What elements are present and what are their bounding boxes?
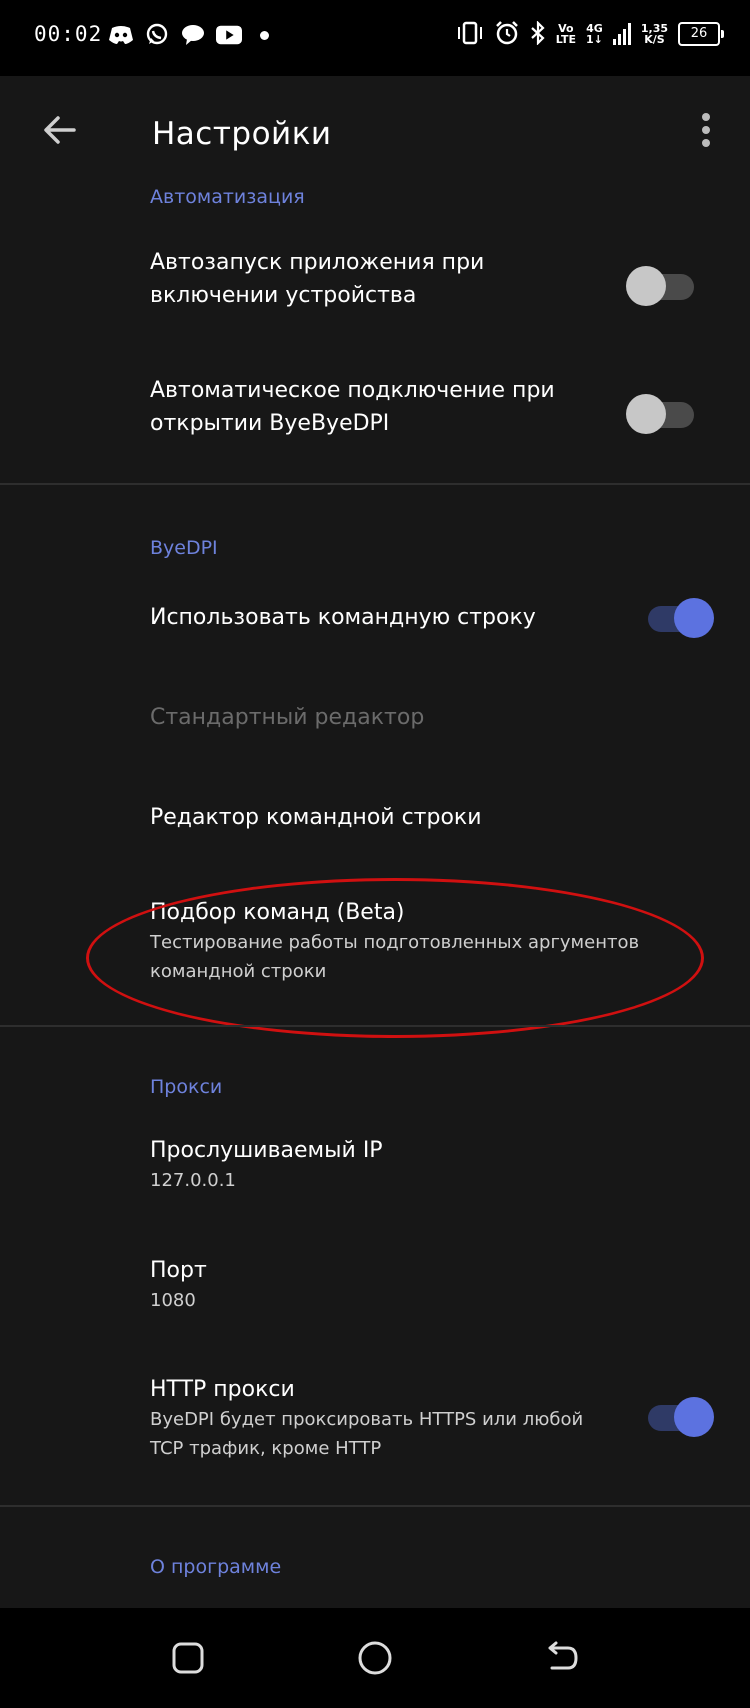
status-time: 00:02 — [34, 22, 103, 46]
signal-icon — [612, 23, 631, 45]
autostart-switch[interactable] — [626, 264, 694, 306]
use-command-line-switch[interactable] — [642, 596, 714, 638]
toolbar: Настройки — [0, 76, 750, 186]
settings-screen: Настройки Автоматизация Автозапуск прило… — [0, 76, 750, 1608]
pref-standard-editor-title: Стандартный редактор — [150, 705, 425, 730]
back-nav-button[interactable] — [542, 1638, 582, 1678]
pref-command-picker-title: Подбор команд (Beta) — [150, 900, 405, 925]
switch-thumb — [674, 598, 714, 638]
category-automation-header: Автоматизация — [150, 186, 305, 208]
notification-icons — [108, 22, 269, 48]
system-indicators: Vo LTE 4G 1↓ 1,35 K/S 26 — [456, 20, 724, 48]
more-vert-icon — [702, 113, 710, 147]
more-notifications-dot — [260, 30, 269, 40]
pref-command-line-editor[interactable]: Редактор командной строки — [0, 796, 750, 876]
battery-icon: 26 — [678, 22, 724, 46]
battery-level: 26 — [690, 26, 708, 41]
pref-listen-ip-value: 127.0.0.1 — [150, 1170, 236, 1191]
pref-autoconnect[interactable]: Автоматическое подключение при открытии … — [0, 374, 750, 492]
alarm-icon — [494, 20, 520, 48]
pref-http-proxy[interactable]: HTTP прокси ByeDPI будет проксировать HT… — [0, 1373, 750, 1473]
network-speed: 1,35 K/S — [640, 22, 668, 46]
circle-icon — [358, 1641, 392, 1675]
switch-thumb — [626, 394, 666, 434]
pref-use-command-line-title: Использовать командную строку — [150, 605, 536, 630]
section-divider — [0, 483, 750, 485]
pref-http-proxy-summary: ByeDPI будет проксировать HTTPS или любо… — [150, 1409, 584, 1459]
pref-port[interactable]: Порт 1080 — [0, 1254, 750, 1344]
page-title: Настройки — [152, 116, 332, 152]
square-icon — [172, 1642, 204, 1674]
system-navigation-bar — [0, 1608, 750, 1708]
pref-autoconnect-title: Автоматическое подключение при открытии … — [150, 378, 555, 436]
pref-listen-ip-title: Прослушиваемый IP — [150, 1138, 383, 1163]
bluetooth-icon — [530, 20, 546, 47]
youtube-icon — [216, 22, 242, 48]
back-button[interactable] — [36, 106, 84, 154]
arrow-left-icon — [44, 116, 76, 144]
category-proxy-header: Прокси — [150, 1076, 223, 1098]
http-proxy-switch[interactable] — [642, 1395, 714, 1437]
pref-http-proxy-title: HTTP прокси — [150, 1377, 295, 1402]
recents-button[interactable] — [168, 1638, 208, 1678]
volte-indicator: Vo LTE — [555, 22, 576, 46]
pref-standard-editor[interactable]: Стандартный редактор — [0, 696, 750, 776]
section-divider — [0, 1505, 750, 1507]
pref-command-line-editor-title: Редактор командной строки — [150, 805, 482, 830]
status-bar: 00:02 Vo LTE 4G 1↓ 1,35 K/S 26 — [0, 0, 750, 76]
whatsapp-icon — [144, 22, 170, 48]
switch-thumb — [674, 1397, 714, 1437]
category-about-header: О программе — [150, 1556, 282, 1578]
pref-command-picker-summary: Тестирование работы подготовленных аргум… — [150, 932, 640, 982]
section-divider — [0, 1025, 750, 1027]
pref-use-command-line[interactable]: Использовать командную строку — [0, 596, 750, 676]
switch-thumb — [626, 266, 666, 306]
vibrate-icon — [456, 21, 484, 47]
pref-port-value: 1080 — [150, 1290, 196, 1311]
autoconnect-switch[interactable] — [626, 392, 694, 434]
pref-port-title: Порт — [150, 1258, 207, 1283]
pref-autostart[interactable]: Автозапуск приложения при включении устр… — [0, 246, 750, 364]
category-byedpi-header: ByeDPI — [150, 537, 218, 559]
discord-icon — [108, 22, 134, 48]
network-gen-indicator: 4G 1↓ — [585, 22, 603, 46]
home-button[interactable] — [355, 1638, 395, 1678]
pref-command-picker[interactable]: Подбор команд (Beta) Тестирование работы… — [0, 896, 750, 996]
back-arrow-icon — [548, 1641, 578, 1670]
pref-listen-ip[interactable]: Прослушиваемый IP 127.0.0.1 — [0, 1134, 750, 1224]
pref-autostart-title: Автозапуск приложения при включении устр… — [150, 250, 485, 308]
chat-bubble-icon — [180, 22, 206, 48]
overflow-menu-button[interactable] — [682, 106, 730, 154]
